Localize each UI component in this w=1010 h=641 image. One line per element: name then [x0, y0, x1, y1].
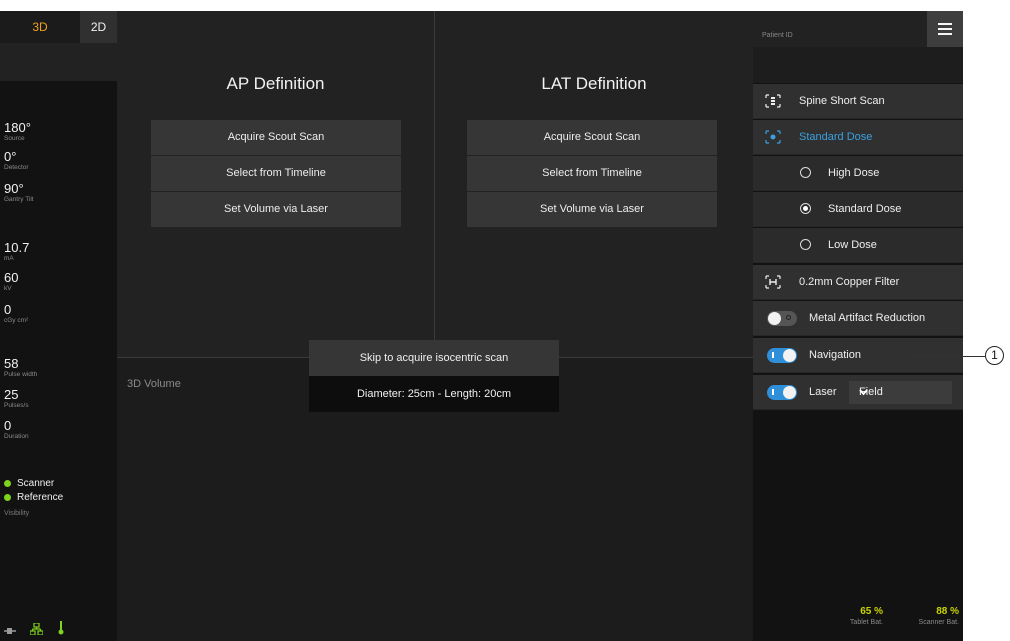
main-area: AP Definition Acquire Scout Scan Select …: [117, 11, 753, 641]
metal-artifact-label: Metal Artifact Reduction: [809, 312, 926, 324]
chevron-down-icon: [859, 381, 946, 413]
param-label: Detector: [4, 164, 29, 171]
lat-select-timeline-button[interactable]: Select from Timeline: [467, 156, 717, 191]
param-dose-area: 0 cGy cm²: [4, 303, 28, 325]
param-value: 58: [4, 356, 19, 371]
callout-marker: 1: [985, 346, 1004, 365]
scanner-battery-percent: 88 %: [936, 606, 959, 617]
param-label: cGy cm²: [4, 317, 29, 324]
dose-option-label: Low Dose: [828, 239, 877, 251]
patient-id-label[interactable]: Patient ID: [762, 32, 793, 39]
param-value: 25: [4, 387, 19, 402]
laser-label: Laser: [809, 386, 837, 398]
param-detector: 0° Detector: [4, 150, 29, 172]
param-pulses-per-second: 25 Pulses/s: [4, 388, 29, 410]
param-pulse-width: 58 Pulse width: [4, 357, 37, 379]
filter-icon: [765, 275, 781, 289]
dose-selected-label: Standard Dose: [799, 131, 873, 143]
lat-set-volume-laser-button[interactable]: Set Volume via Laser: [467, 192, 717, 227]
lat-definition-panel: LAT Definition Acquire Scout Scan Select…: [435, 11, 753, 358]
ap-panel-title: AP Definition: [226, 74, 325, 93]
radio-selected-icon: [800, 203, 811, 214]
laser-mode-select[interactable]: Field: [849, 381, 952, 404]
protocol-label: Spine Short Scan: [799, 95, 885, 107]
param-duration: 0 Duration: [4, 419, 29, 441]
navigation-toggle[interactable]: [767, 348, 797, 363]
tablet-battery: 65 % Tablet Bat.: [835, 606, 883, 628]
dose-selector[interactable]: Standard Dose: [753, 120, 963, 155]
right-header-spacer: [753, 47, 963, 83]
param-value: 0: [4, 418, 12, 433]
param-value: 180°: [4, 120, 31, 135]
left-header-spacer: [0, 43, 117, 81]
ap-definition-panel: AP Definition Acquire Scout Scan Select …: [117, 11, 434, 358]
param-ma: 10.7 mA: [4, 241, 29, 263]
param-kv: 60 kV: [4, 271, 18, 293]
param-label: Pulse width: [4, 371, 38, 378]
param-value: 90°: [4, 181, 24, 196]
dose-option-high[interactable]: High Dose: [753, 156, 963, 191]
param-value: 60: [4, 270, 19, 285]
scanner-battery-label: Scanner Bat.: [918, 619, 959, 626]
tablet-battery-percent: 65 %: [860, 606, 883, 617]
status-reference-label: Reference: [17, 492, 64, 503]
isocentric-scan-popup: Skip to acquire isocentric scan Diameter…: [309, 340, 559, 412]
param-value: 10.7: [4, 240, 30, 255]
app-window: 3D 2D 180° Source 0° Detector 90° Gantry…: [0, 11, 963, 641]
tab-3d[interactable]: 3D: [0, 11, 80, 43]
cable-icon: [4, 622, 16, 640]
dose-option-label: Standard Dose: [828, 203, 902, 215]
status-reference: Reference: [4, 492, 63, 504]
param-value: 0: [4, 302, 12, 317]
metal-artifact-toggle[interactable]: [767, 311, 797, 326]
param-label: Source: [4, 135, 25, 142]
param-label: Pulses/s: [4, 402, 29, 409]
param-label: Gantry Tilt: [4, 196, 34, 203]
radio-icon: [800, 239, 811, 250]
radio-icon: [800, 167, 811, 178]
scanner-battery: 88 % Scanner Bat.: [889, 606, 959, 628]
ap-select-timeline-button[interactable]: Select from Timeline: [151, 156, 401, 191]
status-dot-icon: [4, 493, 11, 501]
param-label: Duration: [4, 433, 29, 440]
thermometer-icon: [58, 621, 64, 640]
status-dot-icon: [4, 479, 11, 487]
spine-scan-icon: [765, 94, 781, 108]
volume-label: 3D Volume: [127, 378, 181, 390]
dose-icon: [765, 130, 781, 144]
param-label: kV: [4, 285, 12, 292]
param-value: 0°: [4, 149, 17, 164]
param-gantry-tilt: 90° Gantry Tilt: [4, 182, 34, 204]
dose-option-standard[interactable]: Standard Dose: [753, 192, 963, 227]
tablet-battery-label: Tablet Bat.: [849, 619, 883, 626]
right-sidebar: Patient ID Spine Short Scan Standard Dos…: [753, 11, 963, 641]
lat-acquire-scout-button[interactable]: Acquire Scout Scan: [467, 120, 717, 155]
param-source: 180° Source: [4, 121, 31, 143]
tab-2d[interactable]: 2D: [80, 11, 117, 43]
ap-acquire-scout-button[interactable]: Acquire Scout Scan: [151, 120, 401, 155]
left-sidebar: 3D 2D 180° Source 0° Detector 90° Gantry…: [0, 11, 117, 641]
mode-tabs: 3D 2D: [0, 11, 117, 43]
dose-option-low[interactable]: Low Dose: [753, 228, 963, 263]
copper-filter-label: 0.2mm Copper Filter: [799, 276, 900, 288]
laser-toggle[interactable]: [767, 385, 797, 400]
menu-button[interactable]: [927, 11, 963, 47]
dose-option-label: High Dose: [828, 167, 880, 179]
network-icon: [29, 621, 45, 640]
callout-line: [913, 356, 985, 357]
metal-artifact-row: Metal Artifact Reduction: [753, 301, 963, 336]
navigation-label: Navigation: [809, 349, 861, 361]
volume-dimensions: Diameter: 25cm - Length: 20cm: [309, 376, 559, 412]
laser-row: Laser Field: [753, 375, 963, 410]
param-label: mA: [4, 255, 14, 262]
status-scanner: Scanner: [4, 478, 54, 490]
footer-icons: [4, 621, 74, 636]
protocol-spine-short-scan[interactable]: Spine Short Scan: [753, 84, 963, 119]
skip-isocentric-button[interactable]: Skip to acquire isocentric scan: [309, 340, 559, 376]
lat-panel-title: LAT Definition: [541, 74, 647, 93]
status-scanner-label: Scanner: [17, 478, 55, 489]
ap-set-volume-laser-button[interactable]: Set Volume via Laser: [151, 192, 401, 227]
visibility-label: Visibility: [4, 510, 30, 517]
copper-filter-option[interactable]: 0.2mm Copper Filter: [753, 265, 963, 300]
